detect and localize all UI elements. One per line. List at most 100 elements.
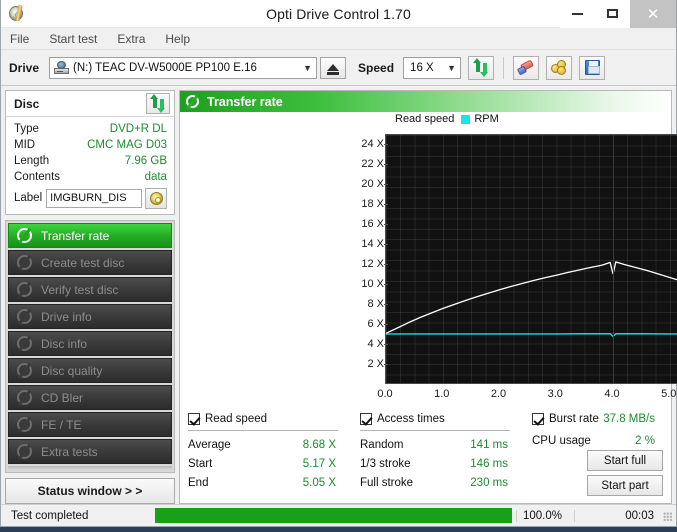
eject-button[interactable] xyxy=(320,56,347,79)
menu-item-help[interactable]: Help xyxy=(165,32,190,46)
legend-label-rpm: RPM xyxy=(474,113,499,125)
disc-value: data xyxy=(144,171,167,183)
stats-row-start: Start 5.17 X xyxy=(188,454,360,473)
read-speed-checkbox[interactable] xyxy=(188,413,200,425)
progress-bar xyxy=(155,508,512,523)
progress-wrap xyxy=(155,508,512,524)
access-times-checkbox[interactable] xyxy=(360,413,372,425)
menu-item-file[interactable]: File xyxy=(10,32,29,46)
refresh-icon xyxy=(150,94,166,113)
chevron-down-icon: ▼ xyxy=(303,62,312,73)
disc-label-input[interactable]: IMGBURN_DIS xyxy=(46,188,142,208)
y-axis-tick-label: 16 X xyxy=(361,218,384,230)
stat-key: End xyxy=(188,476,209,489)
settings-button[interactable] xyxy=(546,55,573,80)
drive-info-icon xyxy=(17,308,33,325)
burst-rate-checkbox[interactable] xyxy=(532,413,544,425)
disc-label-row: Label IMGBURN_DIS xyxy=(14,187,167,209)
stat-key: CPU usage xyxy=(532,434,591,447)
disc-value: DVD+R DL xyxy=(109,123,167,135)
drive-label: Drive xyxy=(9,60,40,75)
sidebar-item-drive-info[interactable]: Drive info xyxy=(8,304,172,329)
sidebar-item-extra-tests[interactable]: Extra tests xyxy=(8,439,172,464)
stat-key: Random xyxy=(360,438,404,451)
y-axis-tick-label: 2 X xyxy=(367,358,384,370)
stats-access-times: Access times Random 141 ms 1/3 stroke 14… xyxy=(360,411,532,499)
access-times-checkbox-row[interactable]: Access times xyxy=(360,411,532,427)
status-window-button[interactable]: Status window > > xyxy=(5,478,175,504)
drive-select[interactable]: (N:) TEAC DV-W5000E PP100 E.16 ▼ xyxy=(49,56,318,79)
toolbar-separator xyxy=(503,56,505,79)
chart-x-axis: 0.01.02.03.04.05.06.07.08.0 xyxy=(180,388,677,404)
main-panel-title: Transfer rate xyxy=(207,94,283,109)
nav-list: Transfer rate Create test disc Verify te… xyxy=(5,220,175,473)
speed-select[interactable]: 16 X ▼ xyxy=(403,56,462,79)
y-axis-tick-label: 20 X xyxy=(361,178,384,190)
access-times-label: Access times xyxy=(377,413,445,425)
sidebar-item-verify-test-disc[interactable]: Verify test disc xyxy=(8,277,172,302)
sidebar-item-label: Drive info xyxy=(41,309,92,324)
fe-te-icon xyxy=(17,416,33,433)
sidebar-item-label: CD Bler xyxy=(41,390,84,405)
stats-row-average: Average 8.68 X xyxy=(188,435,360,454)
read-speed-checkbox-row[interactable]: Read speed xyxy=(188,411,360,427)
cd-bler-icon xyxy=(17,389,33,406)
read-speed-label: Read speed xyxy=(205,413,268,425)
stat-key: Full stroke xyxy=(360,476,414,489)
start-part-button[interactable]: Start part xyxy=(587,475,663,496)
stat-key: Start xyxy=(188,457,213,470)
sidebar-item-disc-quality[interactable]: Disc quality xyxy=(8,358,172,383)
disc-info-icon xyxy=(17,335,33,352)
sidebar-item-cd-bler[interactable]: CD Bler xyxy=(8,385,172,410)
stat-key: Average xyxy=(188,438,231,451)
sidebar-item-label: Disc quality xyxy=(41,363,103,378)
sidebar-item-disc-info[interactable]: Disc info xyxy=(8,331,172,356)
disc-properties: Type DVD+R DL MID CMC MAG D03 Length 7.9… xyxy=(6,117,174,214)
start-full-button[interactable]: Start full xyxy=(587,450,663,471)
resize-grip[interactable] xyxy=(660,509,674,523)
sidebar-item-label: Verify test disc xyxy=(41,282,119,297)
menu-item-extra[interactable]: Extra xyxy=(117,32,145,46)
eraser-icon xyxy=(516,59,535,75)
disc-row-type: Type DVD+R DL xyxy=(14,121,167,137)
speed-label: Speed xyxy=(358,60,395,75)
refresh-button[interactable] xyxy=(468,55,495,80)
disc-panel-title: Disc xyxy=(14,96,40,111)
sidebar-item-fe-te[interactable]: FE / TE xyxy=(8,412,172,437)
x-axis-tick-label: 3.0 xyxy=(547,388,563,400)
divider xyxy=(360,430,510,431)
burst-rate-label: Burst rate xyxy=(549,413,599,425)
app-window: Opti Drive Control 1.70 ✕ File Start tes… xyxy=(0,0,677,527)
body-area: Disc Type DVD+R DL MID CMC MAG D03 Lengt… xyxy=(1,86,677,504)
drive-select-value: (N:) TEAC DV-W5000E PP100 E.16 xyxy=(73,61,257,74)
y-axis-tick-label: 12 X xyxy=(361,258,384,270)
disc-key: MID xyxy=(14,139,36,151)
disc-label-button[interactable] xyxy=(145,187,167,209)
burst-rate-checkbox-row[interactable]: Burst rate 37.8 MB/s xyxy=(532,411,663,427)
stats-row-random: Random 141 ms xyxy=(360,435,532,454)
stats-read-speed: Read speed Average 8.68 X Start 5.17 X E… xyxy=(188,411,360,499)
disc-speed-icon xyxy=(17,227,33,244)
stats-burst-rate: Burst rate 37.8 MB/s CPU usage 2 % Start… xyxy=(532,411,663,499)
disc-refresh-button[interactable] xyxy=(146,93,170,114)
stats-panel: Read speed Average 8.68 X Start 5.17 X E… xyxy=(180,404,671,503)
disc-row-mid: MID CMC MAG D03 xyxy=(14,137,167,153)
disc-key: Contents xyxy=(14,171,61,183)
erase-button[interactable] xyxy=(513,55,540,80)
status-message: Test completed xyxy=(11,509,89,522)
menu-item-start-test[interactable]: Start test xyxy=(49,32,97,46)
y-axis-tick-label: 8 X xyxy=(367,298,384,310)
y-axis-tick xyxy=(384,224,388,225)
sidebar-item-create-test-disc[interactable]: Create test disc xyxy=(8,250,172,275)
status-bar: Test completed 100.0% 00:03 xyxy=(1,504,676,526)
sidebar-item-label: Disc info xyxy=(41,336,88,351)
stat-value: 146 ms xyxy=(470,457,508,470)
y-axis-tick xyxy=(384,324,388,325)
save-button[interactable] xyxy=(579,55,606,80)
disc-panel: Disc Type DVD+R DL MID CMC MAG D03 Lengt… xyxy=(5,90,175,215)
stats-row-cpu-usage: CPU usage 2 % xyxy=(532,431,663,450)
elapsed-time: 00:03 xyxy=(574,509,660,522)
sidebar-item-transfer-rate[interactable]: Transfer rate xyxy=(8,223,172,248)
legend-label-read-speed: Read speed xyxy=(395,113,455,125)
disc-panel-header: Disc xyxy=(6,91,174,117)
